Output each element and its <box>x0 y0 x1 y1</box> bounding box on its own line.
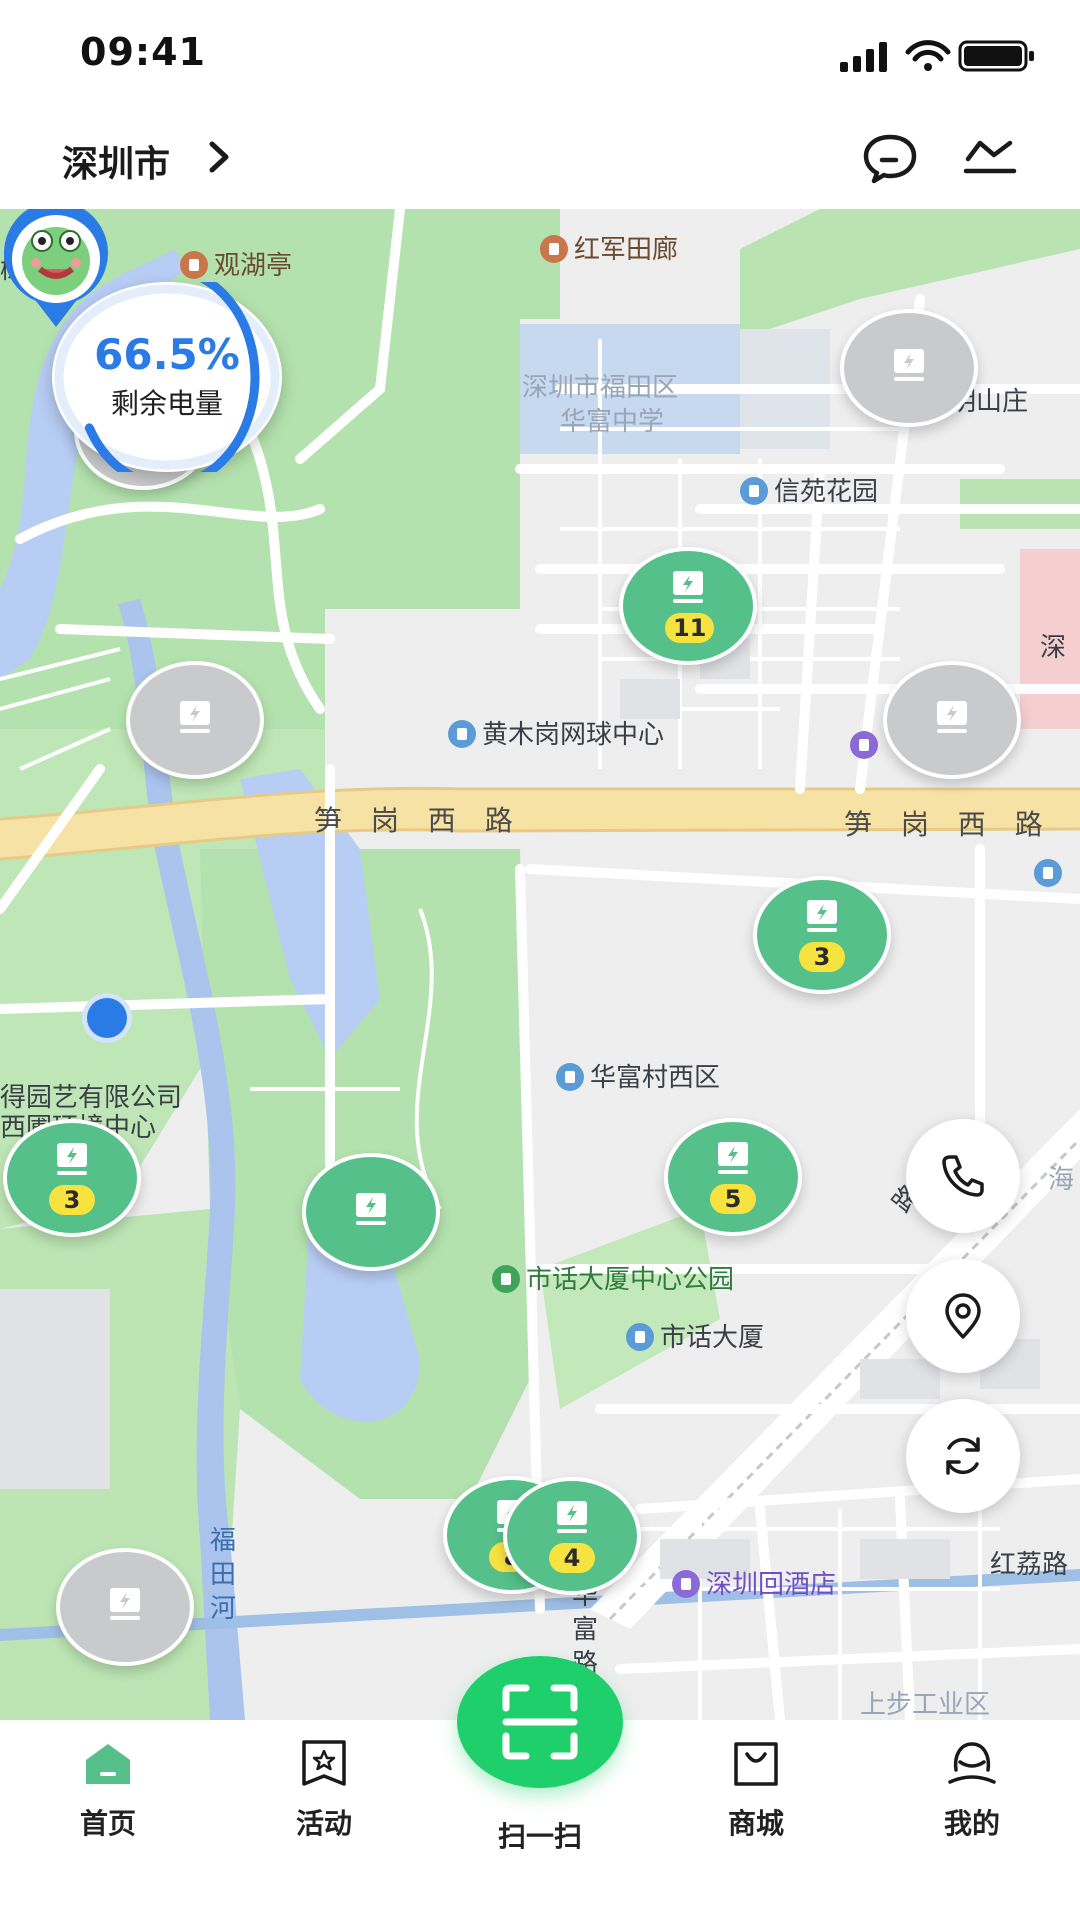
tab-mall-label: 商城 <box>727 1807 784 1840</box>
poi-icon <box>1034 859 1062 887</box>
map-label-tennis[interactable]: 黄木岗网球中心 <box>448 714 664 751</box>
poi-icon <box>740 477 768 505</box>
station-marker[interactable]: 3 <box>3 1119 141 1237</box>
location-icon <box>945 1293 981 1339</box>
station-marker[interactable] <box>840 309 978 427</box>
map-label-school2: 华富中学 <box>560 407 665 437</box>
signal-wifi-battery-icon <box>840 40 1034 72</box>
station-marker[interactable]: 4 <box>503 1477 641 1595</box>
map-label-xinyuan[interactable]: 信苑花园 <box>740 471 878 508</box>
map-label-shangbu: 上步工业区 <box>860 1690 991 1720</box>
status-icons <box>838 38 1038 74</box>
station-marker[interactable]: 11 <box>619 547 757 665</box>
station-count-badge: 11 <box>665 613 715 643</box>
tab-scan-label[interactable]: 扫一扫 <box>470 1815 610 1855</box>
map-label-building[interactable]: 市话大厦 <box>626 1317 764 1354</box>
call-button[interactable] <box>906 1119 1020 1233</box>
locate-button[interactable] <box>906 1259 1020 1373</box>
road-label-east: 笋 岗 西 路 <box>844 808 1053 841</box>
city-selector[interactable]: 深圳市 <box>62 135 170 187</box>
map-label-park[interactable]: 市话大厦中心公园 <box>492 1259 734 1296</box>
poi-icon <box>626 1323 654 1351</box>
scan-button[interactable] <box>457 1656 623 1788</box>
refresh-icon <box>946 1437 980 1475</box>
hotel-icon <box>672 1570 700 1598</box>
battery-widget[interactable]: 66.5% 剩余电量 <box>52 282 282 472</box>
park-icon <box>492 1265 520 1293</box>
app-root: 09:41 深圳市 观湖亭 红军田廊 深圳市福田区 华富中学 明山庄 信苑花园 … <box>0 0 1080 1920</box>
charger-icon <box>718 1142 748 1174</box>
map-label-futian-river: 福 田 河 <box>210 1526 237 1624</box>
map-label-school: 深圳市福田区 <box>522 373 679 403</box>
map-view[interactable]: 树林 观湖亭 红军田廊 深圳市福田区 华富中学 明山庄 信苑花园 深 黄木岗网球… <box>0 209 1080 1720</box>
shop-icon <box>850 731 878 759</box>
charger-icon <box>356 1193 386 1225</box>
shop-bag-icon <box>734 1742 778 1786</box>
tennis-icon <box>448 720 476 748</box>
charger-icon <box>894 349 924 381</box>
station-marker[interactable] <box>56 1548 194 1666</box>
scan-icon <box>502 1684 578 1760</box>
station-marker[interactable] <box>126 661 264 779</box>
map-label-hai: 海 <box>1048 1165 1075 1195</box>
charger-icon <box>57 1143 87 1175</box>
map-label-east-poi <box>1034 859 1068 889</box>
station-count-badge: 3 <box>799 942 845 972</box>
charger-icon <box>807 900 837 932</box>
charger-icon <box>180 701 210 733</box>
charger-icon <box>673 571 703 603</box>
map-label-shen: 深 <box>1040 633 1067 663</box>
tab-activity[interactable]: 活动 <box>254 1738 394 1858</box>
tab-home[interactable]: 首页 <box>38 1738 178 1858</box>
chevron-right-icon[interactable] <box>204 139 234 175</box>
station-count-badge: 4 <box>549 1543 595 1573</box>
collapse-icon[interactable] <box>960 127 1020 187</box>
station-marker[interactable]: 3 <box>753 876 891 994</box>
status-time: 09:41 <box>80 30 206 74</box>
landmark-icon <box>540 235 568 263</box>
activity-icon <box>302 1740 346 1786</box>
profile-icon <box>948 1742 996 1784</box>
tab-activity-label: 活动 <box>295 1807 352 1840</box>
home-icon <box>86 1744 130 1784</box>
charger-icon <box>937 701 967 733</box>
refresh-button[interactable] <box>906 1399 1020 1513</box>
charger-icon <box>110 1588 140 1620</box>
station-count-badge: 5 <box>710 1184 756 1214</box>
road-label-west: 笋 岗 西 路 <box>314 804 523 837</box>
battery-label: 剩余电量 <box>110 387 223 420</box>
station-marker[interactable] <box>883 661 1021 779</box>
map-label-hotel[interactable]: 深圳回酒店 <box>672 1564 836 1601</box>
map-label-hongjun[interactable]: 红军田廊 <box>540 229 678 266</box>
map-label-hongli: 红荔路 <box>990 1550 1069 1580</box>
station-count-badge: 3 <box>49 1185 95 1215</box>
map-header: 深圳市 <box>0 105 1080 209</box>
map-label-guanhuting[interactable]: 观湖亭 <box>180 245 292 282</box>
status-bar: 09:41 <box>0 0 1080 105</box>
gps-dot <box>82 993 132 1043</box>
tab-home-label: 首页 <box>79 1807 136 1840</box>
tab-mine[interactable]: 我的 <box>902 1738 1042 1858</box>
residence-icon <box>556 1063 584 1091</box>
tab-mall[interactable]: 商城 <box>686 1738 826 1858</box>
pavilion-icon <box>180 251 208 279</box>
message-icon[interactable] <box>860 127 920 187</box>
battery-percent: 66.5% <box>94 330 240 379</box>
map-label-huafu-west[interactable]: 华富村西区 <box>556 1057 720 1094</box>
phone-icon <box>942 1155 984 1197</box>
station-marker[interactable]: 5 <box>664 1118 802 1236</box>
tab-mine-label: 我的 <box>943 1807 1000 1840</box>
charger-icon <box>557 1501 587 1533</box>
station-marker[interactable] <box>302 1153 440 1271</box>
